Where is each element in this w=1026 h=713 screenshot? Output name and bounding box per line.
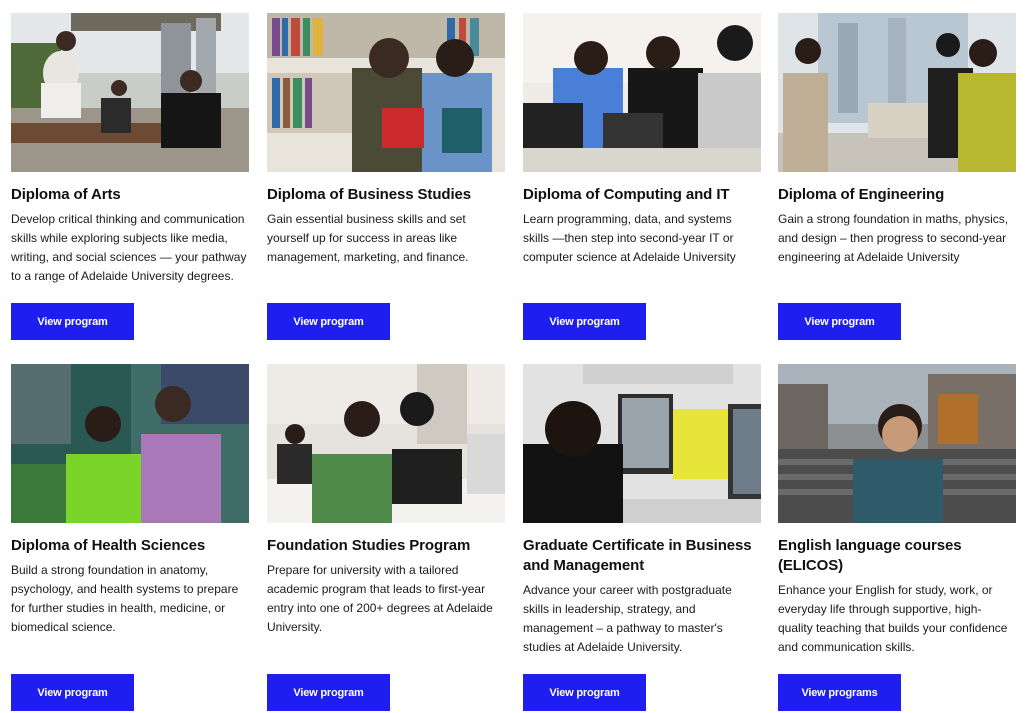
program-description: Gain a strong foundation in maths, physi…	[778, 212, 1009, 264]
program-card-arts: Diploma of Arts Develop critical thinkin…	[11, 13, 249, 340]
program-card-engineering: Diploma of Engineering Gain a strong fou…	[778, 13, 1016, 340]
student-at-computer-lab-photo[interactable]	[523, 364, 761, 523]
student-portrait-city-photo[interactable]	[778, 364, 1016, 523]
program-description: Advance your career with postgraduate sk…	[523, 583, 732, 654]
view-program-button[interactable]: View program	[523, 674, 646, 711]
view-program-button[interactable]: View program	[11, 303, 134, 340]
students-sitting-outdoors-photo[interactable]	[11, 13, 249, 172]
program-title: Diploma of Health Sciences	[11, 537, 206, 554]
program-description: Prepare for university with a tailored a…	[267, 563, 493, 634]
view-program-button[interactable]: View program	[523, 303, 646, 340]
program-description: Develop critical thinking and communicat…	[11, 212, 247, 283]
program-description: Build a strong foundation in anatomy, ps…	[11, 563, 239, 634]
students-holding-books-library-photo[interactable]	[267, 13, 505, 172]
program-description: Learn programming, data, and systems ski…	[523, 212, 736, 264]
program-title: Graduate Certificate in Business and Man…	[523, 537, 752, 574]
program-card-business: Diploma of Business Studies Gain essenti…	[267, 13, 505, 340]
program-card-health: Diploma of Health Sciences Build a stron…	[11, 364, 249, 711]
program-description: Enhance your English for study, work, or…	[778, 583, 1008, 654]
program-card-computing: Diploma of Computing and IT Learn progra…	[523, 13, 761, 340]
view-program-button[interactable]: View program	[11, 674, 134, 711]
view-program-button[interactable]: View program	[778, 303, 901, 340]
program-description: Gain essential business skills and set y…	[267, 212, 469, 264]
program-title: Diploma of Engineering	[778, 186, 945, 203]
program-title: Foundation Studies Program	[267, 537, 471, 554]
program-title: Diploma of Business Studies	[267, 186, 472, 203]
program-card-elicos: English language courses (ELICOS) Enhanc…	[778, 364, 1016, 711]
program-card-graduate-certificate: Graduate Certificate in Business and Man…	[523, 364, 761, 711]
students-using-laptops-photo[interactable]	[523, 13, 761, 172]
students-building-model-photo[interactable]	[778, 13, 1016, 172]
program-title: Diploma of Arts	[11, 186, 121, 203]
students-in-classroom-photo[interactable]	[267, 364, 505, 523]
view-programs-button[interactable]: View programs	[778, 674, 901, 711]
view-program-button[interactable]: View program	[267, 303, 390, 340]
program-title: Diploma of Computing and IT	[523, 186, 730, 203]
view-program-button[interactable]: View program	[267, 674, 390, 711]
program-card-foundation: Foundation Studies Program Prepare for u…	[267, 364, 505, 711]
program-title: English language courses (ELICOS)	[778, 537, 962, 574]
two-students-campus-photo[interactable]	[11, 364, 249, 523]
